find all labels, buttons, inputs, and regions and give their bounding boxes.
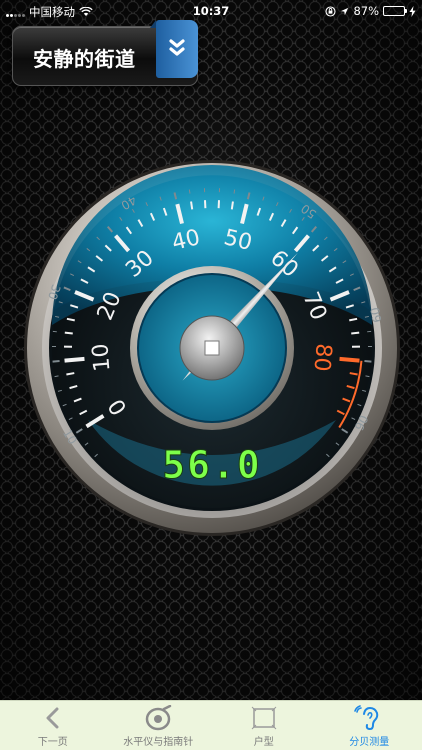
tab-label: 分贝测量 (349, 737, 390, 748)
scale-tick (230, 201, 234, 210)
scale-tick (64, 331, 73, 335)
chevron-left-icon (46, 707, 59, 729)
sound-mode-button[interactable]: 安静的街道 (12, 20, 198, 86)
tab-decibel-meter[interactable]: 分贝测量 (317, 701, 422, 750)
outer-scale-tick (188, 189, 191, 194)
charging-bolt-icon (409, 5, 416, 17)
tab-level-compass[interactable]: 水平仪与指南针 (106, 701, 212, 750)
hub-pin (204, 340, 220, 356)
scale-tick (64, 356, 85, 363)
mode-dropdown-tab[interactable] (156, 20, 198, 78)
outer-scale-tick (233, 189, 236, 194)
scale-tick (351, 331, 360, 335)
battery-percent: 87% (353, 4, 379, 18)
scale-tick (66, 372, 75, 376)
status-bar: 中国移动 10:37 87% (0, 0, 422, 22)
ear-sound-icon (354, 705, 379, 731)
scale-label: 80 (308, 342, 335, 372)
scale-tick (339, 356, 360, 363)
orientation-lock-icon (325, 5, 336, 17)
tab-label: 水平仪与指南针 (123, 737, 194, 748)
bottom-tab-bar: 下一页 水平仪与指南针 户型 分贝测量 (0, 700, 422, 750)
outer-scale-tick (365, 375, 370, 378)
sound-mode-label: 安静的街道 (33, 47, 136, 71)
battery-icon (383, 6, 407, 16)
decibel-readout: 56.0 (162, 443, 262, 487)
compass-icon (146, 705, 172, 731)
tab-label: 下一页 (37, 737, 68, 748)
scale-tick (190, 201, 194, 210)
scale-tick (349, 372, 358, 376)
status-right: 87% (325, 4, 416, 18)
scale-label: 10 (88, 342, 115, 372)
outer-scale-tick (52, 360, 60, 363)
double-chevron-down-icon (169, 39, 185, 56)
outer-scale-tick (54, 375, 59, 378)
outer-scale-label: 60 (368, 306, 385, 324)
location-arrow-icon (341, 7, 349, 15)
outer-scale-tick (364, 360, 372, 363)
tab-floorplan[interactable]: 户型 (211, 701, 317, 750)
decibel-gauge: 103040 506090 010203040 50607080 56.0 (24, 160, 400, 536)
tab-next-page[interactable]: 下一页 (0, 701, 106, 750)
floorplan-icon (251, 706, 277, 730)
tab-label: 户型 (253, 737, 274, 748)
